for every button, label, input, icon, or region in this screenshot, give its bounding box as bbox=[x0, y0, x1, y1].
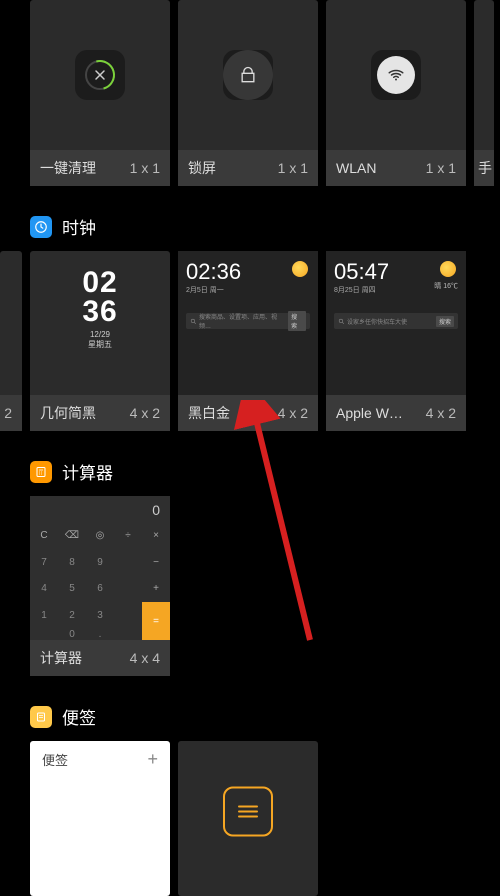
widget-size: 4 x 2 bbox=[130, 405, 160, 421]
notes-title: 便签 bbox=[42, 750, 68, 769]
search-placeholder: 搜索商品、设置项、应用、视频… bbox=[199, 312, 288, 330]
shortcut-partial-label-bar: 手 bbox=[474, 150, 494, 186]
weather-temp: 晴 16℃ bbox=[434, 281, 458, 291]
search-button: 搜索 bbox=[436, 316, 454, 327]
clock-app-icon bbox=[30, 216, 52, 238]
clock-time-top: 02 bbox=[82, 269, 117, 298]
widget-label: 几何简黑 bbox=[40, 403, 96, 423]
notes-list-card[interactable]: 便签 + bbox=[30, 741, 170, 896]
widget-label: 锁屏 bbox=[188, 158, 216, 178]
widget-size: 1 x 1 bbox=[278, 160, 308, 176]
clock-geoblack-preview: 02 36 12/29 星期五 bbox=[30, 251, 170, 395]
clock-partial-label: 2 bbox=[0, 395, 22, 431]
section-header-notes: 便签 bbox=[30, 704, 500, 729]
search-bar: 设家乡任你快招车大使 搜索 bbox=[334, 313, 458, 329]
shortcut-lock-card[interactable]: 锁屏 1 x 1 bbox=[178, 0, 318, 186]
shortcut-partial-card[interactable]: 手 bbox=[474, 0, 494, 186]
calculator-preview: 0 C⌫◎÷× 789− 456+ 123= 0. bbox=[30, 496, 170, 640]
weather-sun-icon bbox=[440, 261, 456, 277]
clock-time: 02:36 bbox=[186, 259, 310, 285]
widget-label: 手 bbox=[478, 158, 492, 178]
wifi-icon bbox=[371, 50, 421, 100]
notes-app-icon bbox=[30, 706, 52, 728]
widget-label: Apple W… bbox=[336, 405, 403, 421]
search-placeholder: 设家乡任你快招车大使 bbox=[347, 317, 407, 326]
clock-widgets-row: 2 02 36 12/29 星期五 几何简黑 4 x 2 02:36 2月5日 … bbox=[0, 251, 500, 431]
section-title: 时钟 bbox=[62, 214, 96, 239]
shortcut-widgets-row: 一键清理 1 x 1 锁屏 1 x 1 WLAN 1 x 1 手 bbox=[30, 0, 500, 186]
notes-icon-card[interactable] bbox=[178, 741, 318, 896]
section-title: 便签 bbox=[62, 704, 96, 729]
section-header-clock: 时钟 bbox=[30, 214, 500, 239]
widget-size: 1 x 1 bbox=[426, 160, 456, 176]
clock-applew-card[interactable]: 05:47 8月25日 周四 晴 16℃ 设家乡任你快招车大使 搜索 Apple… bbox=[326, 251, 466, 431]
clock-geoblack-label-bar: 几何简黑 4 x 2 bbox=[30, 395, 170, 431]
widget-size: 4 x 2 bbox=[426, 405, 456, 421]
clock-date: 2月5日 周一 bbox=[186, 285, 310, 295]
shortcut-clean-card[interactable]: 一键清理 1 x 1 bbox=[30, 0, 170, 186]
section-title: 计算器 bbox=[62, 459, 113, 484]
clock-partial-left-card[interactable]: 2 bbox=[0, 251, 22, 431]
close-clean-icon bbox=[75, 50, 125, 100]
notes-widgets-row: 便签 + bbox=[30, 741, 500, 896]
clock-weekday: 星期五 bbox=[88, 340, 112, 350]
notes-icon bbox=[223, 786, 273, 836]
widget-label: 黑白金 bbox=[188, 403, 230, 423]
calculator-app-icon bbox=[30, 461, 52, 483]
search-bar: 搜索商品、设置项、应用、视频… 搜索 bbox=[186, 313, 310, 329]
clock-geoblack-card[interactable]: 02 36 12/29 星期五 几何简黑 4 x 2 bbox=[30, 251, 170, 431]
add-note-icon: + bbox=[147, 749, 158, 770]
clock-date: 12/29 bbox=[88, 330, 112, 340]
shortcut-clean-label-bar: 一键清理 1 x 1 bbox=[30, 150, 170, 186]
shortcut-wlan-label-bar: WLAN 1 x 1 bbox=[326, 150, 466, 186]
clock-applew-preview: 05:47 8月25日 周四 晴 16℃ 设家乡任你快招车大使 搜索 bbox=[326, 251, 466, 395]
widget-size: 1 x 1 bbox=[130, 160, 160, 176]
widget-label: 计算器 bbox=[40, 648, 82, 668]
calculator-display: 0 bbox=[30, 496, 170, 522]
search-button: 搜索 bbox=[288, 311, 306, 331]
calculator-label-bar: 计算器 4 x 4 bbox=[30, 640, 170, 676]
clock-bwgold-card[interactable]: 02:36 2月5日 周一 搜索商品、设置项、应用、视频… 搜索 黑白金 4 x… bbox=[178, 251, 318, 431]
shortcut-lock-label-bar: 锁屏 1 x 1 bbox=[178, 150, 318, 186]
lock-icon bbox=[223, 50, 273, 100]
weather-sun-icon bbox=[292, 261, 308, 277]
calculator-widgets-row: 0 C⌫◎÷× 789− 456+ 123= 0. 计算器 4 x 4 bbox=[30, 496, 500, 676]
clock-applew-label-bar: Apple W… 4 x 2 bbox=[326, 395, 466, 431]
widget-size: 2 bbox=[4, 405, 12, 421]
calculator-card[interactable]: 0 C⌫◎÷× 789− 456+ 123= 0. 计算器 4 x 4 bbox=[30, 496, 170, 676]
clock-bwgold-preview: 02:36 2月5日 周一 搜索商品、设置项、应用、视频… 搜索 bbox=[178, 251, 318, 395]
clock-bwgold-label-bar: 黑白金 4 x 2 bbox=[178, 395, 318, 431]
widget-label: 一键清理 bbox=[40, 158, 96, 178]
shortcut-wlan-card[interactable]: WLAN 1 x 1 bbox=[326, 0, 466, 186]
widget-size: 4 x 4 bbox=[130, 650, 160, 666]
widget-size: 4 x 2 bbox=[278, 405, 308, 421]
section-header-calculator: 计算器 bbox=[30, 459, 500, 484]
widget-label: WLAN bbox=[336, 160, 376, 176]
clock-time-bottom: 36 bbox=[82, 298, 117, 327]
notes-header: 便签 + bbox=[30, 741, 170, 778]
